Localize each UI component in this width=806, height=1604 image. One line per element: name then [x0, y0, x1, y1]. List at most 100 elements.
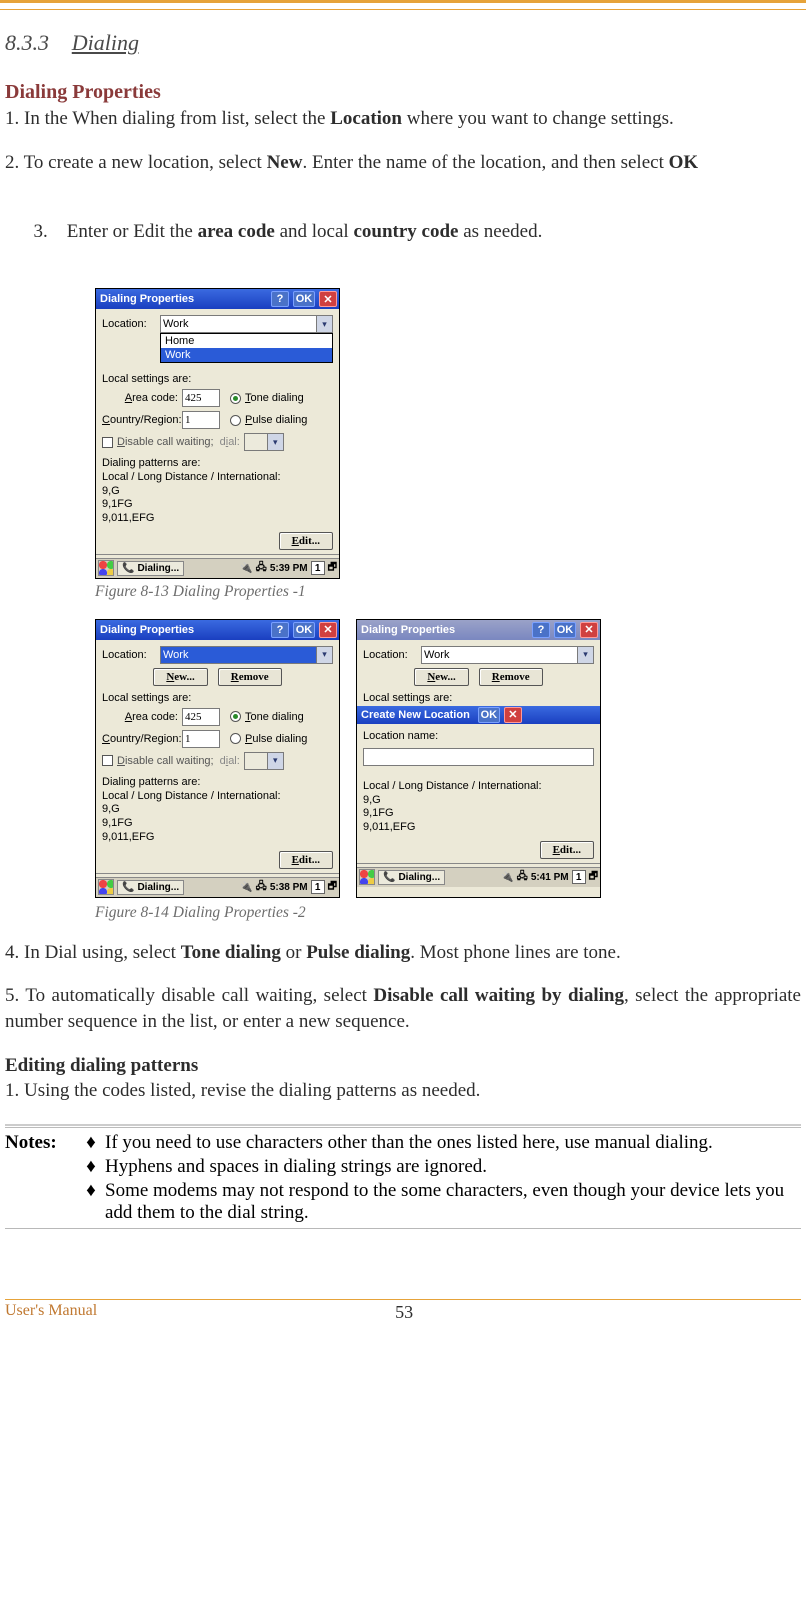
start-icon[interactable]: [359, 869, 375, 885]
close-button: ✕: [580, 622, 598, 638]
pulse-dialing-radio[interactable]: Pulse dialing: [230, 733, 307, 745]
tray-icon[interactable]: 🗗: [589, 869, 598, 886]
patterns-sub: Local / Long Distance / International:: [102, 790, 333, 804]
popup-ok-button[interactable]: OK: [478, 707, 500, 723]
new-button[interactable]: New...: [153, 668, 207, 686]
patterns-sub: Local / Long Distance / International:: [102, 471, 333, 485]
label-local-settings: Local settings are:: [102, 692, 333, 704]
country-code-input[interactable]: [182, 411, 220, 429]
label-area-code: Area code:: [102, 392, 182, 404]
edit-button[interactable]: Edit...: [540, 841, 594, 859]
screenshot-dialing-props-2b: Dialing Properties ? OK ✕ Location: Work…: [356, 619, 601, 898]
radio-on-icon: [230, 393, 241, 404]
chevron-down-icon: ▾: [267, 753, 283, 769]
tray-indicator[interactable]: 1: [572, 870, 586, 884]
note-text: If you need to use characters other than…: [105, 1132, 801, 1154]
chevron-down-icon[interactable]: ▾: [316, 316, 332, 332]
text-bold: Pulse dialing: [306, 942, 410, 963]
figure-caption-2: Figure 8-14 Dialing Properties -2: [95, 904, 801, 922]
label-country: Country/Region:: [102, 733, 182, 745]
location-dropdown[interactable]: Work ▾: [421, 646, 594, 664]
tone-dialing-radio[interactable]: Tone dialing: [230, 711, 304, 723]
remove-button[interactable]: Remove: [218, 668, 282, 686]
tray-icon[interactable]: 🖧: [256, 560, 267, 577]
label-area-code: Area code:: [102, 711, 182, 723]
dropdown-option-work[interactable]: Work: [161, 348, 332, 362]
task-label: Dialing...: [137, 563, 179, 574]
close-button[interactable]: ✕: [319, 622, 337, 638]
pattern-line: 9,1FG: [363, 807, 594, 821]
page-footer: User's Manual 53: [5, 1299, 801, 1343]
taskbar[interactable]: 📞 Dialing... 🔌 🖧 5:38 PM 1 🗗: [96, 877, 339, 897]
patterns-sub: Local / Long Distance / International:: [363, 780, 594, 794]
label-country: Country/Region:: [102, 414, 182, 426]
edit-button[interactable]: Edit...: [279, 851, 333, 869]
start-icon[interactable]: [98, 879, 114, 895]
task-button[interactable]: 📞 Dialing...: [378, 870, 445, 885]
taskbar[interactable]: 📞 Dialing... 🔌 🖧 5:41 PM 1 🗗: [357, 867, 600, 887]
chevron-down-icon[interactable]: ▾: [577, 647, 593, 663]
location-dropdown[interactable]: Work ▾: [160, 646, 333, 664]
phone-icon: 📞: [383, 872, 395, 883]
dialing-patterns: Dialing patterns are: Local / Long Dista…: [102, 776, 333, 845]
text-bold: Disable call waiting by dialing: [373, 985, 624, 1006]
tray-icon[interactable]: 🖧: [517, 869, 528, 886]
pattern-line: 9,011,EFG: [363, 821, 594, 835]
tray-indicator[interactable]: 1: [311, 561, 325, 575]
tray-icon[interactable]: 🗗: [328, 560, 337, 577]
close-button[interactable]: ✕: [319, 291, 337, 307]
area-code-input[interactable]: [182, 708, 220, 726]
tray-icon[interactable]: 🔌: [240, 563, 252, 574]
remove-button[interactable]: Remove: [479, 668, 543, 686]
country-code-input[interactable]: [182, 730, 220, 748]
ok-button: OK: [554, 622, 576, 638]
tray-icon[interactable]: 🔌: [240, 882, 252, 893]
help-button[interactable]: ?: [271, 291, 289, 307]
popup-close-button[interactable]: ✕: [504, 707, 522, 723]
diamond-bullet-icon: ♦: [79, 1180, 103, 1224]
location-dropdown[interactable]: Work ▾: [160, 315, 333, 333]
task-label: Dialing...: [137, 882, 179, 893]
dial-sequence-dropdown: ▾: [244, 752, 284, 770]
titlebar[interactable]: Dialing Properties ? OK ✕: [96, 289, 339, 309]
popup-title: Create New Location: [361, 709, 470, 721]
label-dial: dial:: [220, 436, 240, 448]
page-top-rule: [0, 0, 806, 10]
disable-call-waiting-checkbox[interactable]: [102, 755, 113, 766]
dropdown-option-home[interactable]: Home: [161, 334, 332, 348]
pulse-dialing-radio[interactable]: Pulse dialing: [230, 414, 307, 426]
chevron-down-icon[interactable]: ▾: [316, 647, 332, 663]
screenshot-dialing-props-2a: Dialing Properties ? OK ✕ Location: Work…: [95, 619, 340, 898]
patterns-header: Dialing patterns are:: [102, 776, 333, 790]
tray-icon[interactable]: 🔌: [501, 872, 513, 883]
footer-page-number: 53: [97, 1302, 711, 1323]
area-code-input[interactable]: [182, 389, 220, 407]
task-button[interactable]: 📞 Dialing...: [117, 561, 184, 576]
popup-titlebar[interactable]: Create New Location OK ✕: [357, 706, 600, 724]
clock: 5:38 PM: [270, 882, 308, 893]
location-name-input[interactable]: [363, 748, 594, 766]
text: 3. Enter or Edit the: [34, 221, 198, 242]
tray-icon[interactable]: 🗗: [328, 879, 337, 896]
start-icon[interactable]: [98, 560, 114, 576]
tray-icon[interactable]: 🖧: [256, 879, 267, 896]
label-dial: dial:: [220, 755, 240, 767]
text-bold: Location: [330, 108, 402, 129]
tray-indicator[interactable]: 1: [311, 880, 325, 894]
titlebar[interactable]: Dialing Properties ? OK ✕: [96, 620, 339, 640]
ok-button[interactable]: OK: [293, 622, 315, 638]
pattern-line: 9,G: [102, 485, 333, 499]
edit-step-1: 1. Using the codes listed, revise the di…: [5, 1078, 801, 1104]
taskbar[interactable]: 📞 Dialing... 🔌 🖧 5:39 PM 1 🗗: [96, 558, 339, 578]
ok-button[interactable]: OK: [293, 291, 315, 307]
disable-call-waiting-checkbox[interactable]: [102, 437, 113, 448]
note-text: Some modems may not respond to the some …: [105, 1180, 801, 1224]
section-number: 8.3.3: [5, 30, 49, 55]
edit-button[interactable]: Edit...: [279, 532, 333, 550]
tone-dialing-radio[interactable]: Tone dialing: [230, 392, 304, 404]
task-button[interactable]: 📞 Dialing...: [117, 880, 184, 895]
location-value: Work: [424, 649, 449, 661]
new-button[interactable]: New...: [414, 668, 468, 686]
help-button[interactable]: ?: [271, 622, 289, 638]
location-dropdown-list[interactable]: Home Work: [160, 333, 333, 363]
